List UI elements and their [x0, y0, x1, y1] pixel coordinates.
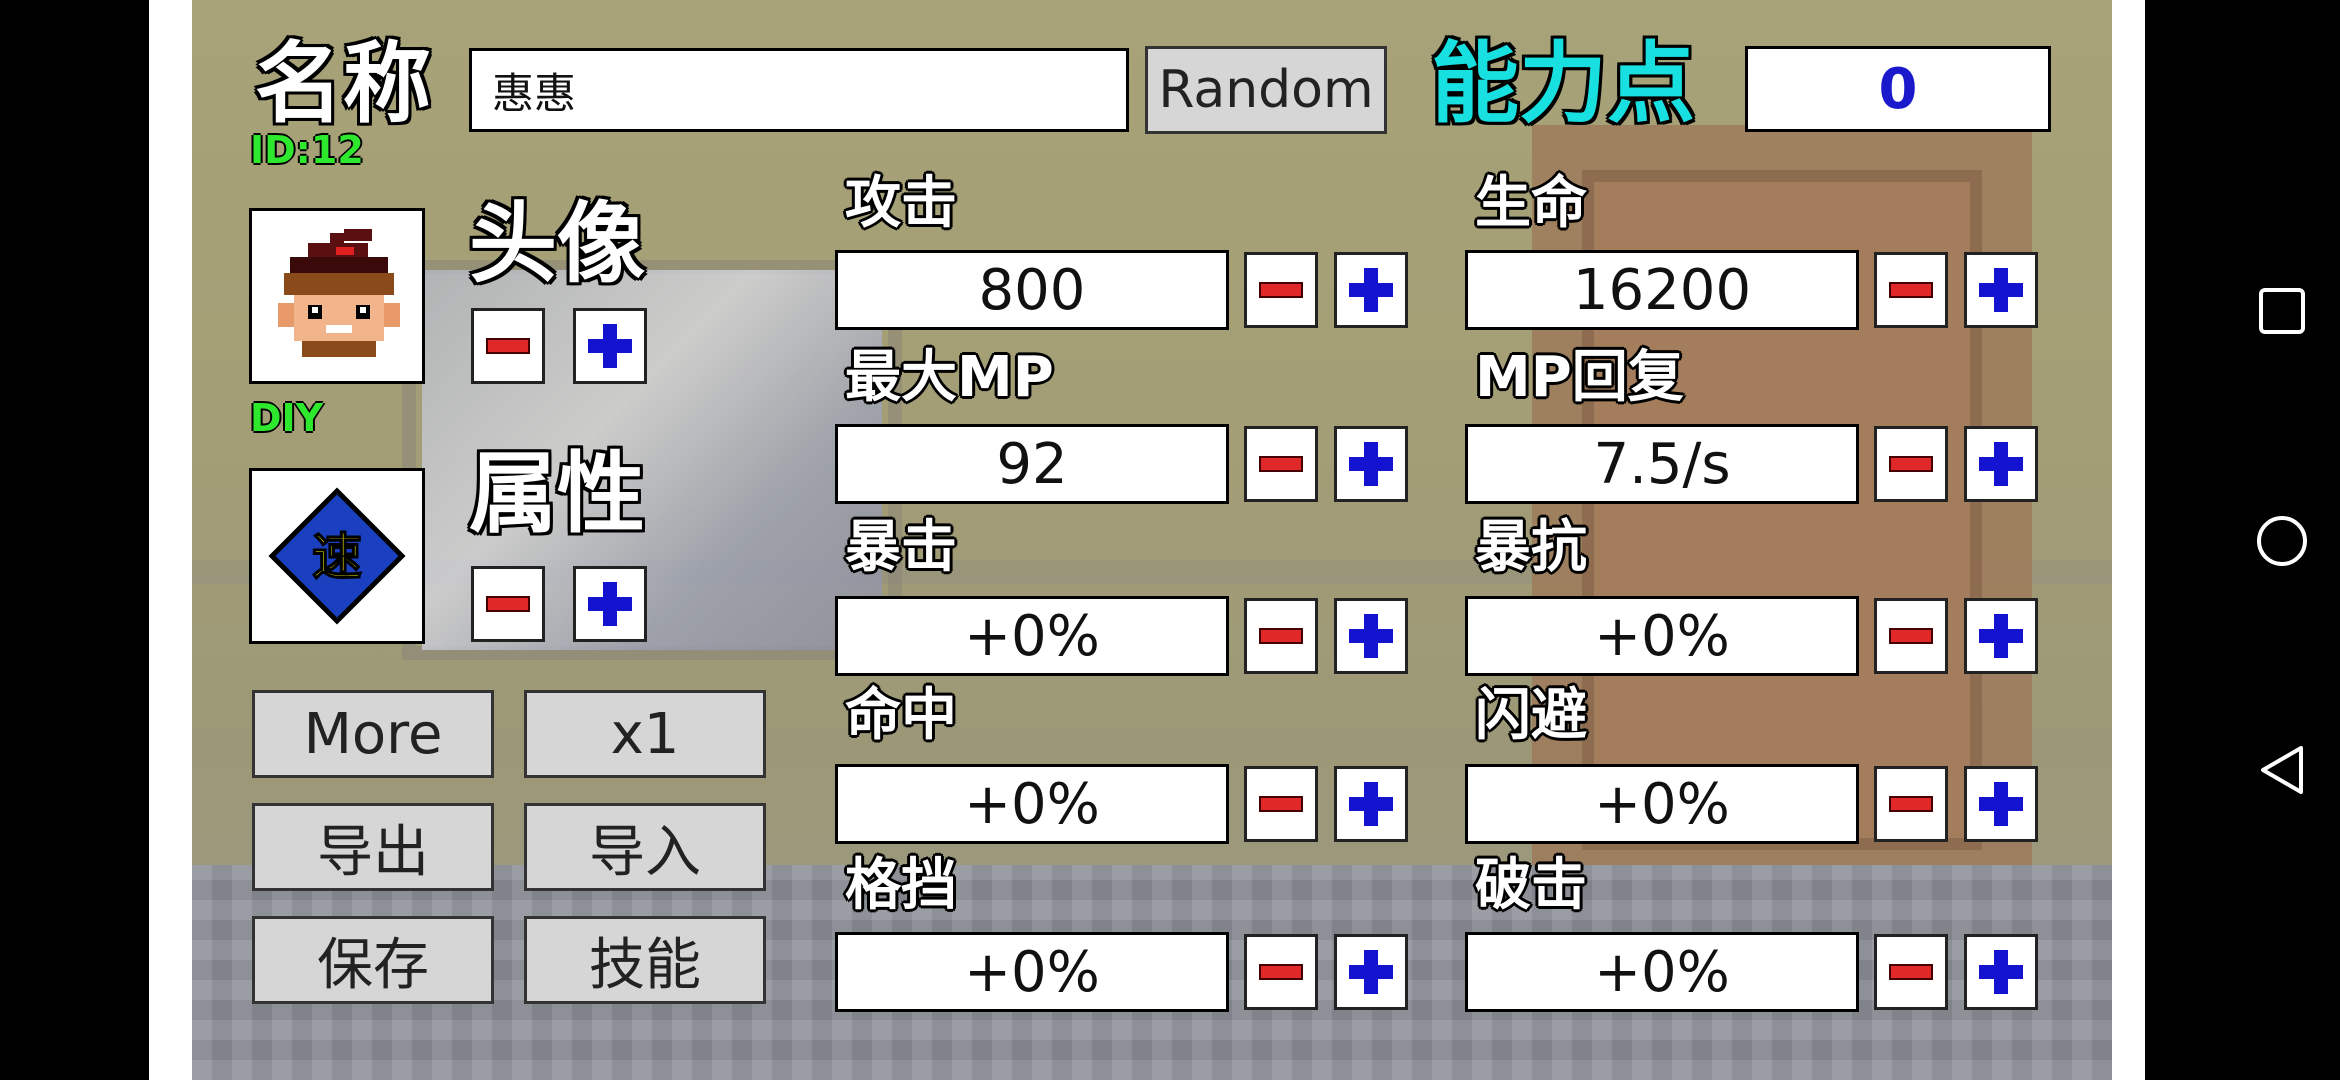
- plus-icon: [588, 324, 632, 368]
- minus-icon: [1889, 628, 1933, 644]
- minus-icon: [486, 338, 530, 354]
- mp-regen-value: 7.5/s: [1465, 424, 1859, 504]
- crit-value: +0%: [835, 596, 1229, 676]
- minus-icon: [1889, 282, 1933, 298]
- mp-regen-label: MP回复: [1475, 345, 1684, 410]
- name-input[interactable]: 惠惠: [469, 48, 1129, 132]
- avatar-label: 头像: [469, 192, 646, 295]
- plus-icon: [1979, 950, 2023, 994]
- diy-text: DIY: [250, 396, 324, 440]
- max-mp-minus-button[interactable]: [1244, 426, 1318, 502]
- plus-icon: [1349, 950, 1393, 994]
- hit-minus-button[interactable]: [1244, 766, 1318, 842]
- ability-points-value: 0: [1745, 46, 2051, 132]
- ability-points-label: 能力点: [1431, 32, 1696, 135]
- dodge-label: 闪避: [1475, 683, 1587, 748]
- game-area: 名称 ID:12 惠惠 Random 能力点 0 头像 DIY 速 属性 Mor…: [149, 0, 2145, 1080]
- speed-attribute-icon: 速: [268, 487, 406, 625]
- block-plus-button[interactable]: [1334, 934, 1408, 1010]
- hp-value: 16200: [1465, 250, 1859, 330]
- dodge-plus-button[interactable]: [1964, 766, 2038, 842]
- minus-icon: [1889, 456, 1933, 472]
- plus-icon: [1979, 268, 2023, 312]
- crit-resist-minus-button[interactable]: [1874, 598, 1948, 674]
- minus-icon: [486, 596, 530, 612]
- minus-icon: [1259, 796, 1303, 812]
- break-plus-button[interactable]: [1964, 934, 2038, 1010]
- minus-icon: [1259, 282, 1303, 298]
- minus-icon: [1259, 628, 1303, 644]
- plus-icon: [1979, 614, 2023, 658]
- hit-plus-button[interactable]: [1334, 766, 1408, 842]
- plus-icon: [1979, 782, 2023, 826]
- block-label: 格挡: [845, 853, 957, 918]
- plus-icon: [588, 582, 632, 626]
- attack-minus-button[interactable]: [1244, 252, 1318, 328]
- recent-apps-icon[interactable]: [2257, 286, 2307, 336]
- import-button[interactable]: 导入: [524, 803, 766, 891]
- attribute-icon-box[interactable]: 速: [249, 468, 425, 644]
- attribute-label: 属性: [469, 442, 646, 545]
- plus-icon: [1979, 442, 2023, 486]
- hp-plus-button[interactable]: [1964, 252, 2038, 328]
- crit-resist-value: +0%: [1465, 596, 1859, 676]
- random-button[interactable]: Random: [1145, 46, 1387, 134]
- break-value: +0%: [1465, 932, 1859, 1012]
- hit-value: +0%: [835, 764, 1229, 844]
- hp-label: 生命: [1475, 171, 1587, 236]
- avatar-portrait[interactable]: [249, 208, 425, 384]
- crit-plus-button[interactable]: [1334, 598, 1408, 674]
- break-minus-button[interactable]: [1874, 934, 1948, 1010]
- attack-plus-button[interactable]: [1334, 252, 1408, 328]
- dodge-minus-button[interactable]: [1874, 766, 1948, 842]
- plus-icon: [1349, 614, 1393, 658]
- max-mp-value: 92: [835, 424, 1229, 504]
- back-icon[interactable]: [2257, 744, 2307, 796]
- hit-label: 命中: [845, 683, 957, 748]
- minus-icon: [1259, 456, 1303, 472]
- export-button[interactable]: 导出: [252, 803, 494, 891]
- minus-icon: [1889, 796, 1933, 812]
- id-text: ID:12: [250, 128, 364, 172]
- avatar-sprite-icon: [278, 229, 400, 357]
- minus-icon: [1259, 964, 1303, 980]
- home-icon[interactable]: [2255, 514, 2309, 568]
- hp-minus-button[interactable]: [1874, 252, 1948, 328]
- plus-icon: [1349, 268, 1393, 312]
- mp-regen-minus-button[interactable]: [1874, 426, 1948, 502]
- max-mp-plus-button[interactable]: [1334, 426, 1408, 502]
- crit-resist-plus-button[interactable]: [1964, 598, 2038, 674]
- attribute-plus-button[interactable]: [573, 566, 647, 642]
- break-label: 破击: [1475, 853, 1587, 918]
- skills-button[interactable]: 技能: [524, 916, 766, 1004]
- multiplier-button[interactable]: x1: [524, 690, 766, 778]
- attack-label: 攻击: [845, 171, 957, 236]
- crit-minus-button[interactable]: [1244, 598, 1318, 674]
- name-label: 名称: [255, 32, 432, 135]
- dodge-value: +0%: [1465, 764, 1859, 844]
- avatar-plus-button[interactable]: [573, 308, 647, 384]
- crit-label: 暴击: [845, 515, 957, 580]
- minus-icon: [1889, 964, 1933, 980]
- avatar-minus-button[interactable]: [471, 308, 545, 384]
- plus-icon: [1349, 442, 1393, 486]
- block-minus-button[interactable]: [1244, 934, 1318, 1010]
- max-mp-label: 最大MP: [845, 345, 1054, 410]
- crit-resist-label: 暴抗: [1475, 515, 1587, 580]
- system-nav-bar: [2145, 0, 2340, 1080]
- block-value: +0%: [835, 932, 1229, 1012]
- attribute-minus-button[interactable]: [471, 566, 545, 642]
- more-button[interactable]: More: [252, 690, 494, 778]
- save-button[interactable]: 保存: [252, 916, 494, 1004]
- mp-regen-plus-button[interactable]: [1964, 426, 2038, 502]
- plus-icon: [1349, 782, 1393, 826]
- attribute-char: 速: [312, 528, 362, 586]
- attack-value: 800: [835, 250, 1229, 330]
